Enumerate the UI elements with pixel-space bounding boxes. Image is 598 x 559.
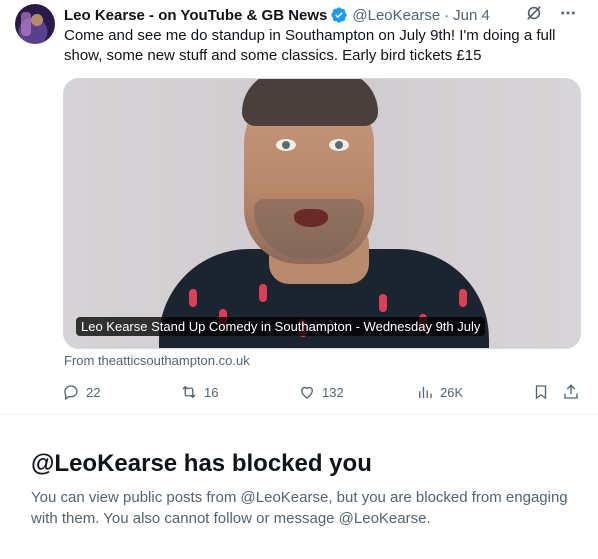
verified-badge-icon [330,6,348,24]
share-button[interactable] [562,380,580,404]
like-count: 132 [322,384,344,400]
tweet[interactable]: Leo Kearse - on YouTube & GB News @LeoKe… [0,0,598,414]
separator-dot: · [444,6,450,24]
tweet-actions: 22 16 132 26K [56,380,586,404]
grok-icon[interactable] [524,3,544,23]
repost-count: 16 [204,384,219,400]
like-button[interactable]: 132 [298,380,344,404]
card-image [64,79,580,348]
repost-button[interactable]: 16 [180,380,218,404]
blocked-message: You can view public posts from @LeoKears… [31,489,568,527]
reply-icon [64,385,78,401]
card-source[interactable]: From theatticsouthampton.co.uk [64,353,250,368]
tweet-header: Leo Kearse - on YouTube & GB News @LeoKe… [64,5,578,25]
avatar[interactable] [15,4,55,44]
link-card[interactable]: Leo Kearse Stand Up Comedy in Southampto… [63,78,581,349]
bookmark-icon [535,385,547,400]
divider [0,414,598,415]
more-icon[interactable] [558,3,578,23]
author-handle[interactable]: @LeoKearse [352,7,440,24]
share-icon [564,384,578,399]
repost-icon [182,385,196,399]
bookmark-button[interactable] [532,380,550,404]
views-button[interactable]: 26K [416,380,463,404]
card-caption: Leo Kearse Stand Up Comedy in Southampto… [76,317,486,336]
like-icon [301,386,313,399]
author-name[interactable]: Leo Kearse - on YouTube & GB News [64,7,327,24]
reply-button[interactable]: 22 [62,380,100,404]
views-count: 26K [440,384,464,400]
tweet-text: Come and see me do standup in Southampto… [64,27,556,64]
reply-count: 22 [86,384,101,400]
tweet-date[interactable]: Jun 4 [453,7,490,24]
blocked-title: @LeoKearse has blocked you [31,450,372,477]
views-icon [419,386,432,398]
